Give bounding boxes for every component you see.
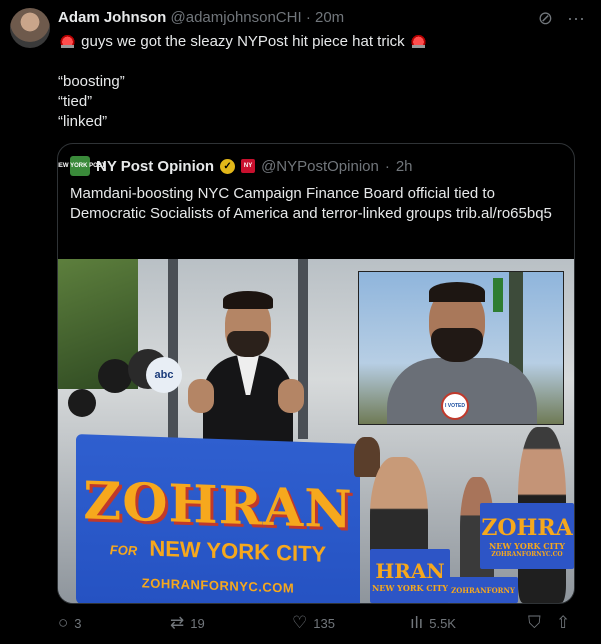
quoted-author-name[interactable]: NY Post Opinion: [96, 158, 214, 175]
separator-dot: ·: [305, 9, 311, 26]
author-avatar[interactable]: [10, 8, 50, 48]
tweet-text-line-1-content: guys we got the sleazy NYPost hit piece …: [81, 33, 405, 50]
reply-icon: ○: [58, 613, 69, 632]
podium-sign-city: NEW YORK CITY: [149, 535, 327, 567]
quoted-tweet[interactable]: NEW YORK POST NY Post Opinion ✓ NY @NYPo…: [57, 143, 575, 604]
inset-person-hair: [429, 282, 485, 302]
share-icon: ⇧: [556, 613, 571, 632]
crowd-sign-website: ZOHRANFORNYC.CO: [491, 550, 563, 558]
reply-button[interactable]: ○ 3: [58, 614, 82, 632]
crowd-campaign-sign: ZOHRANFORNY: [448, 577, 518, 603]
author-handle[interactable]: @adamjohnsonCHI: [171, 9, 302, 26]
speaker-beard: [227, 331, 269, 357]
tweet-text: guys we got the sleazy NYPost hit piece …: [58, 32, 428, 132]
crowd-sign-subtitle: NEW YORK CITY: [488, 540, 566, 551]
speaker-hand: [278, 379, 304, 413]
quoted-tweet-text: Mamdani-boosting NYC Campaign Finance Bo…: [70, 185, 552, 222]
tweet-header: Adam Johnson @adamjohnsonCHI · 20m: [58, 9, 344, 26]
podium-sign-title: ZOHRAN: [83, 470, 353, 541]
speaker-hand: [188, 379, 214, 413]
repost-count: 19: [190, 615, 205, 631]
tweet-text-line-3: “tied”: [58, 93, 93, 110]
abc-microphone-icon: abc: [146, 357, 182, 393]
inset-photo: I VOTED: [358, 271, 564, 425]
crowd-person: [354, 437, 380, 477]
quoted-tweet-header: NEW YORK POST NY Post Opinion ✓ NY @NYPo…: [58, 156, 413, 176]
ny-post-logo-avatar[interactable]: NEW YORK POST: [58, 156, 105, 176]
quoted-author-handle[interactable]: @NYPostOpinion: [261, 158, 379, 175]
inset-street-sign: [493, 278, 503, 312]
affiliate-badge-icon: NY: [241, 159, 256, 173]
podium-sign-website: ZOHRANFORNYC.COM: [141, 575, 295, 596]
crowd-sign-subtitle: NEW YORK CITY: [371, 583, 449, 593]
grok-icon[interactable]: ⊘: [538, 8, 553, 28]
microphone-icon: [68, 389, 96, 417]
quoted-tweet-time[interactable]: 2h: [396, 158, 413, 175]
views-chart-icon: ılı: [410, 613, 424, 632]
photo-crowd: ZOHRA NEW YORK CITY ZOHRANFORNYC.CO HRAN…: [354, 427, 574, 603]
campaign-podium-sign: ZOHRAN FOR NEW YORK CITY ZOHRANFORNYC.CO…: [76, 434, 360, 603]
tweet-text-line-2: “boosting”: [58, 73, 125, 90]
siren-emoji-icon: [410, 33, 426, 48]
reply-count: 3: [74, 615, 82, 631]
photo-window-frame: [298, 259, 308, 439]
crowd-sign-title: ZOHRA: [481, 514, 573, 541]
bookmark-icon: ⛉: [528, 613, 541, 632]
repost-icon: ⇄: [170, 613, 185, 632]
like-button[interactable]: ♡ 135: [292, 614, 335, 632]
separator-dot: ·: [384, 157, 390, 175]
tweet-text-line-4: “linked”: [58, 113, 108, 130]
views-count: 5.5K: [429, 615, 456, 631]
tweet[interactable]: Adam Johnson @adamjohnsonCHI · 20m ⊘ ···…: [0, 0, 601, 644]
bookmark-button[interactable]: ⛉: [528, 614, 541, 632]
photo-speaker: [203, 289, 293, 445]
tweet-action-bar: ○ 3 ⇄ 19 ♡ 135 ılı 5.5K ⛉ ⇧: [58, 614, 578, 638]
more-options-icon[interactable]: ···: [567, 8, 585, 28]
views-button[interactable]: ılı 5.5K: [410, 614, 456, 632]
heart-icon: ♡: [292, 613, 308, 632]
author-name[interactable]: Adam Johnson: [58, 9, 166, 26]
microphone-icon: [98, 359, 132, 393]
crowd-campaign-sign: ZOHRA NEW YORK CITY ZOHRANFORNYC.CO: [480, 503, 574, 569]
tweet-top-actions: ⊘ ···: [538, 8, 585, 28]
verified-badge-icon: ✓: [220, 158, 236, 174]
podium-sign-for: FOR: [109, 542, 138, 559]
repost-button[interactable]: ⇄ 19: [170, 614, 205, 632]
podium-sign-subtitle: FOR NEW YORK CITY: [110, 534, 326, 568]
tweet-text-blank: [58, 52, 428, 72]
like-count: 135: [313, 615, 335, 631]
crowd-sign-website: ZOHRANFORNY: [451, 585, 515, 595]
voted-sticker: I VOTED: [441, 392, 469, 420]
quoted-tweet-image[interactable]: abc ZOHRAN FOR NEW YORK CITY ZOHRANFORNY…: [58, 259, 574, 603]
siren-emoji-icon: [60, 33, 75, 48]
share-button[interactable]: ⇧: [556, 614, 570, 632]
crowd-sign-title: HRAN: [375, 559, 445, 583]
speaker-hair: [223, 291, 273, 309]
tweet-text-line-1: guys we got the sleazy NYPost hit piece …: [58, 32, 428, 52]
tweet-time[interactable]: 20m: [315, 9, 344, 26]
inset-person-beard: [431, 328, 483, 362]
crowd-campaign-sign: HRAN NEW YORK CITY: [370, 549, 450, 603]
